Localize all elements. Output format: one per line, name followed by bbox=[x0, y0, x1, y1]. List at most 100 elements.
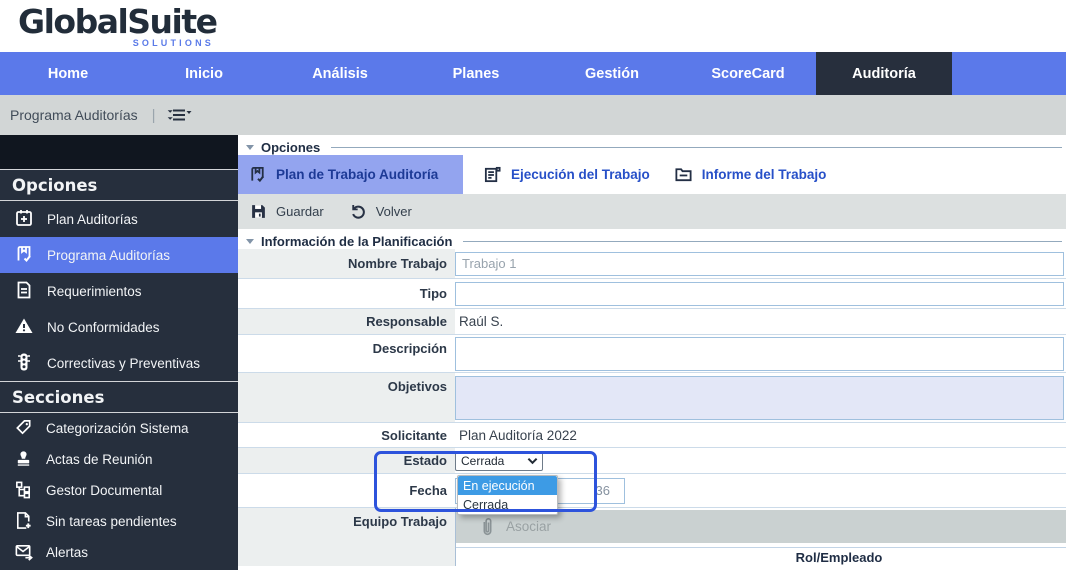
asociar-label: Asociar bbox=[506, 519, 551, 534]
nav-item-analisis[interactable]: Análisis bbox=[272, 52, 408, 95]
section-rule bbox=[463, 241, 1062, 242]
sidebar-item-label: Alertas bbox=[46, 545, 88, 560]
sidebar-section-secciones: Secciones bbox=[0, 381, 238, 413]
solicitante-label: Solicitante bbox=[238, 423, 455, 447]
logo-wordmark: GlobalSuite bbox=[18, 5, 214, 39]
tab-ejecucion-del-trabajo[interactable]: Ejecución del Trabajo bbox=[471, 155, 662, 194]
planificacion-form: Nombre Trabajo Tipo Responsable Raúl S. … bbox=[238, 249, 1066, 570]
sidebar-item-plan-auditorias[interactable]: Plan Auditorías bbox=[0, 201, 238, 237]
save-button[interactable]: Guardar bbox=[250, 203, 324, 220]
nombre-trabajo-field[interactable] bbox=[455, 252, 1064, 276]
form-row-estado: Estado Cerrada bbox=[238, 448, 1066, 474]
breadcrumb: Programa Auditorías bbox=[10, 107, 138, 123]
book-check-icon bbox=[14, 244, 34, 267]
sidebar-item-gestor-documental[interactable]: Gestor Documental bbox=[0, 475, 238, 506]
form-row-fecha: Fecha bbox=[238, 474, 1066, 508]
nav-item-auditoria[interactable]: Auditoría bbox=[816, 52, 952, 95]
responsable-label: Responsable bbox=[238, 309, 455, 334]
save-icon bbox=[250, 203, 267, 220]
opciones-section-header[interactable]: Opciones bbox=[238, 135, 1066, 155]
objetivos-label: Objetivos bbox=[238, 373, 455, 422]
sidebar-item-programa-auditorias[interactable]: Programa Auditorías bbox=[0, 237, 238, 273]
form-row-descripcion: Descripción bbox=[238, 335, 1066, 373]
tipo-label: Tipo bbox=[238, 279, 455, 308]
section-title: Información de la Planificación bbox=[261, 234, 452, 249]
sitemap-icon bbox=[14, 480, 33, 502]
descripcion-label: Descripción bbox=[238, 335, 455, 372]
equipo-trabajo-label: Equipo Trabajo bbox=[238, 508, 455, 566]
sidebar-item-alertas[interactable]: Alertas bbox=[0, 537, 238, 568]
chevron-down-icon bbox=[527, 457, 538, 465]
save-label: Guardar bbox=[276, 204, 324, 219]
estado-select[interactable]: Cerrada bbox=[455, 451, 543, 471]
estado-label: Estado bbox=[238, 448, 455, 473]
tag-icon bbox=[14, 418, 33, 440]
list-sort-icon[interactable] bbox=[166, 105, 192, 125]
tab-label: Plan de Trabajo Auditoría bbox=[276, 167, 438, 182]
nombre-trabajo-label: Nombre Trabajo bbox=[238, 249, 455, 278]
objetivos-field[interactable] bbox=[455, 376, 1064, 420]
form-row-responsable: Responsable Raúl S. bbox=[238, 309, 1066, 335]
document-icon bbox=[14, 280, 34, 303]
work-tabs: Plan de Trabajo Auditoría Ejecución del … bbox=[238, 155, 1066, 194]
nav-item-scorecard[interactable]: ScoreCard bbox=[680, 52, 816, 95]
responsable-value: Raúl S. bbox=[455, 314, 503, 329]
nav-item-home[interactable]: Home bbox=[0, 52, 136, 95]
collapse-caret-icon bbox=[246, 239, 254, 244]
tipo-field[interactable] bbox=[455, 282, 1064, 306]
sidebar-item-label: No Conformidades bbox=[47, 320, 160, 335]
back-button[interactable]: Volver bbox=[350, 203, 412, 220]
sidebar-item-actas-de-reunion[interactable]: Actas de Reunión bbox=[0, 444, 238, 475]
nav-item-inicio[interactable]: Inicio bbox=[136, 52, 272, 95]
top-nav: Home Inicio Análisis Planes Gestión Scor… bbox=[0, 52, 1066, 95]
sidebar-item-label: Gestor Documental bbox=[46, 483, 162, 498]
sidebar-item-requerimientos[interactable]: Requerimientos bbox=[0, 273, 238, 309]
form-row-equipo-trabajo: Equipo Trabajo Asociar Rol/Empleado bbox=[238, 508, 1066, 566]
sidebar-item-label: Actas de Reunión bbox=[46, 452, 153, 467]
estado-option-en-ejecucion[interactable]: En ejecución bbox=[458, 476, 557, 495]
breadcrumb-bar: Programa Auditorías | bbox=[0, 95, 1066, 135]
sidebar-item-label: Programa Auditorías bbox=[47, 248, 170, 263]
form-row-tipo: Tipo bbox=[238, 279, 1066, 309]
main-content: Opciones Plan de Trabajo Auditoría bbox=[238, 135, 1066, 570]
traffic-light-icon bbox=[14, 352, 34, 375]
app-window: GlobalSuite SOLUTIONS Home Inicio Anális… bbox=[0, 0, 1066, 570]
descripcion-field[interactable] bbox=[455, 337, 1064, 371]
warning-triangle-icon bbox=[14, 316, 34, 339]
sidebar-item-sin-tareas-pendientes[interactable]: Sin tareas pendientes bbox=[0, 506, 238, 537]
nav-item-gestion[interactable]: Gestión bbox=[544, 52, 680, 95]
fecha-label: Fecha bbox=[238, 474, 455, 507]
form-row-solicitante: Solicitante Plan Auditoría 2022 bbox=[238, 423, 1066, 448]
form-row-nombre-trabajo: Nombre Trabajo bbox=[238, 249, 1066, 279]
book-check-icon bbox=[248, 165, 267, 184]
globalsuite-logo: GlobalSuite SOLUTIONS bbox=[18, 5, 214, 48]
tab-plan-de-trabajo-auditoria[interactable]: Plan de Trabajo Auditoría bbox=[238, 155, 463, 194]
tab-label: Ejecución del Trabajo bbox=[511, 167, 650, 182]
section-rule bbox=[331, 147, 1062, 148]
mail-forward-icon bbox=[14, 542, 33, 564]
tab-informe-del-trabajo[interactable]: Informe del Trabajo bbox=[662, 155, 839, 194]
folder-icon bbox=[674, 165, 693, 184]
back-label: Volver bbox=[376, 204, 412, 219]
nav-item-planes[interactable]: Planes bbox=[408, 52, 544, 95]
equipo-table-header-row: Rol/Empleado bbox=[456, 547, 1066, 566]
rol-empleado-column-header: Rol/Empleado bbox=[796, 550, 883, 565]
calendar-plus-icon bbox=[14, 208, 34, 231]
info-planificacion-header[interactable]: Información de la Planificación bbox=[238, 229, 1066, 249]
form-report-icon bbox=[483, 165, 502, 184]
document-plus-icon bbox=[14, 511, 33, 533]
sidebar-item-label: Correctivas y Preventivas bbox=[47, 356, 200, 371]
form-toolbar: Guardar Volver bbox=[238, 194, 1066, 229]
sidebar-item-label: Plan Auditorías bbox=[47, 212, 138, 227]
sidebar-item-label: Sin tareas pendientes bbox=[46, 514, 177, 529]
sidebar-item-categorizacion-sistema[interactable]: Categorización Sistema bbox=[0, 413, 238, 444]
estado-option-cerrada[interactable]: Cerrada bbox=[458, 495, 557, 514]
tab-label: Informe del Trabajo bbox=[702, 167, 827, 182]
sidebar-item-no-conformidades[interactable]: No Conformidades bbox=[0, 309, 238, 345]
sidebar-section-opciones: Opciones bbox=[0, 169, 238, 201]
sidebar-item-correctivas-preventivas[interactable]: Correctivas y Preventivas bbox=[0, 345, 238, 381]
estado-selected-value: Cerrada bbox=[461, 454, 504, 468]
paperclip-icon bbox=[480, 517, 495, 537]
stamp-icon bbox=[14, 449, 33, 471]
breadcrumb-separator: | bbox=[152, 107, 156, 124]
